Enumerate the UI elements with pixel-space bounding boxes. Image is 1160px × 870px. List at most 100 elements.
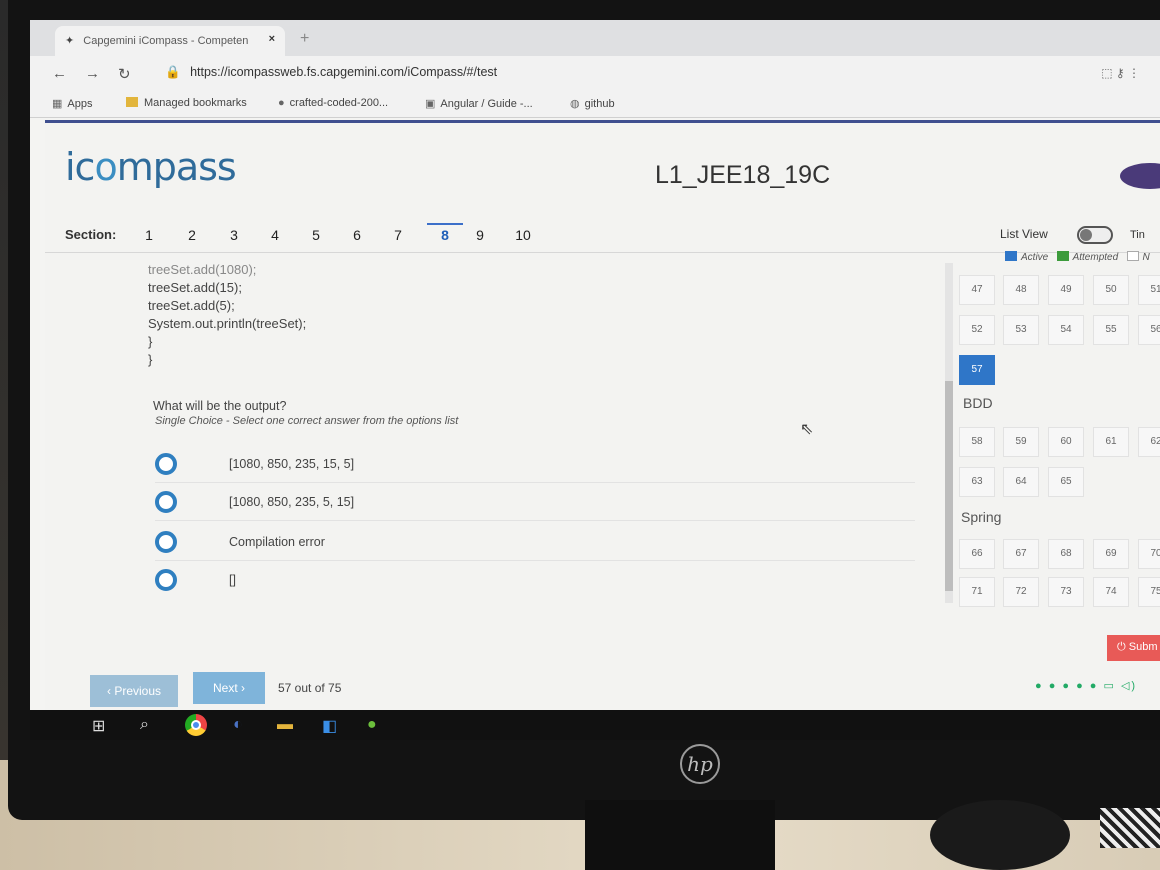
question-box[interactable]: 47	[959, 275, 995, 305]
question-box[interactable]: 66	[959, 539, 995, 569]
active-swatch	[1005, 251, 1017, 261]
icompass-app: icompass L1_JEE18_19C Section: 1 2 3 4 5…	[45, 120, 1160, 720]
bookmark-github[interactable]: ◍ github	[570, 97, 615, 110]
question-text: What will be the output?	[153, 399, 287, 413]
section-tab-10[interactable]: 10	[511, 227, 535, 243]
previous-button[interactable]: ‹ Previous	[90, 675, 178, 707]
next-button[interactable]: Next ›	[193, 672, 265, 704]
section-tab-7[interactable]: 7	[386, 227, 410, 243]
question-box[interactable]: 48	[1003, 275, 1039, 305]
palette-scrollbar[interactable]	[945, 263, 953, 603]
radio-button[interactable]	[155, 531, 177, 553]
question-box[interactable]: 63	[959, 467, 995, 497]
timer-label: Tin	[1130, 229, 1145, 241]
new-tab-button[interactable]: +	[300, 30, 309, 48]
bookmark-apps[interactable]: ▦ Apps	[52, 97, 92, 110]
question-box[interactable]: 72	[1003, 577, 1039, 607]
github-icon: ●	[278, 97, 285, 109]
search-icon[interactable]: ⌕	[140, 716, 149, 734]
section-tab-1[interactable]: 1	[137, 227, 161, 243]
file-explorer-icon[interactable]: ▬	[277, 716, 293, 734]
mouse-cursor-icon: ⇖	[800, 421, 814, 438]
question-box-active[interactable]: 57	[959, 355, 995, 385]
extension-icons[interactable]: ⬚ ⚷ ⋮	[1101, 66, 1140, 80]
radio-button[interactable]	[155, 569, 177, 591]
section-tab-3[interactable]: 3	[222, 227, 246, 243]
list-view-toggle[interactable]	[1077, 226, 1113, 244]
question-box[interactable]: 62	[1138, 427, 1160, 457]
question-box[interactable]: 64	[1003, 467, 1039, 497]
submit-button[interactable]: ⏻ Subm	[1107, 635, 1160, 661]
section-tab-8[interactable]: 8	[427, 223, 463, 243]
bookmark-angular[interactable]: ▣ Angular / Guide -...	[425, 97, 533, 110]
section-tab-9[interactable]: 9	[468, 227, 492, 243]
chrome-icon[interactable]	[185, 714, 207, 736]
group-label-bdd: BDD	[963, 395, 993, 411]
reload-icon[interactable]: ↻	[118, 65, 131, 83]
radio-button[interactable]	[155, 491, 177, 513]
section-tab-5[interactable]: 5	[304, 227, 328, 243]
vscode-icon[interactable]: ◧	[322, 716, 337, 736]
section-tab-2[interactable]: 2	[180, 227, 204, 243]
screen: ✦ Capgemini iCompass - Competen × + ← → …	[30, 20, 1160, 740]
bookmark-managed[interactable]: Managed bookmarks	[126, 97, 247, 109]
windows-start-icon[interactable]: ⊞	[92, 716, 105, 736]
close-tab-icon[interactable]: ×	[269, 33, 275, 45]
question-box[interactable]: 52	[959, 315, 995, 345]
question-box[interactable]: 54	[1048, 315, 1084, 345]
forward-arrow-icon[interactable]: →	[85, 65, 100, 82]
question-box[interactable]: 49	[1048, 275, 1084, 305]
bookmark-crafted[interactable]: ● crafted-coded-200...	[278, 97, 388, 109]
tab-bar: ✦ Capgemini iCompass - Competen × +	[30, 20, 1160, 56]
scrollbar-thumb[interactable]	[945, 381, 953, 591]
question-box[interactable]: 60	[1048, 427, 1084, 457]
section-tab-6[interactable]: 6	[345, 227, 369, 243]
question-box[interactable]: 67	[1003, 539, 1039, 569]
section-tab-4[interactable]: 4	[263, 227, 287, 243]
tab-title: Capgemini iCompass - Competen	[83, 35, 249, 47]
apps-grid-icon: ▦	[52, 98, 63, 110]
question-box[interactable]: 71	[959, 577, 995, 607]
question-box[interactable]: 69	[1093, 539, 1129, 569]
question-box[interactable]: 61	[1093, 427, 1129, 457]
code-line: treeSet.add(5);	[148, 298, 235, 313]
question-box[interactable]: 65	[1048, 467, 1084, 497]
question-box[interactable]: 70	[1138, 539, 1160, 569]
monitor-stand	[585, 800, 775, 870]
compass-icon: ✦	[65, 35, 75, 47]
question-panel: treeSet.add(1080); treeSet.add(15); tree…	[135, 257, 935, 617]
globe-icon: ◍	[570, 98, 580, 110]
option-1[interactable]: [1080, 850, 235, 15, 5]	[155, 447, 915, 483]
question-box[interactable]: 59	[1003, 427, 1039, 457]
question-box[interactable]: 53	[1003, 315, 1039, 345]
system-tray-icons[interactable]: ● ● ● ● ● ▭ ◁)	[1035, 679, 1137, 692]
question-box[interactable]: 55	[1093, 315, 1129, 345]
eclipse-icon[interactable]: ◐	[233, 716, 243, 734]
question-box[interactable]: 51	[1138, 275, 1160, 305]
option-label: [1080, 850, 235, 5, 15]	[229, 495, 355, 509]
list-view-label: List View	[1000, 227, 1048, 241]
user-avatar[interactable]	[1120, 163, 1160, 189]
code-line: }	[148, 352, 153, 367]
question-box[interactable]: 50	[1093, 275, 1129, 305]
question-box[interactable]: 68	[1048, 539, 1084, 569]
spring-tool-icon[interactable]: ●	[367, 716, 377, 734]
url-text: https://icompassweb.fs.capgemini.com/iCo…	[190, 65, 498, 79]
code-line: }	[148, 334, 153, 349]
code-snippet: treeSet.add(1080); treeSet.add(15); tree…	[148, 261, 306, 369]
question-box[interactable]: 75	[1138, 577, 1160, 607]
folder-icon	[126, 97, 138, 107]
question-box[interactable]: 73	[1048, 577, 1084, 607]
question-box[interactable]: 74	[1093, 577, 1129, 607]
browser-tab[interactable]: ✦ Capgemini iCompass - Competen ×	[55, 26, 285, 56]
option-4[interactable]: []	[155, 563, 915, 599]
not-visited-swatch	[1126, 251, 1139, 261]
power-icon: ⏻	[1117, 641, 1129, 653]
question-box[interactable]: 58	[959, 427, 995, 457]
radio-button[interactable]	[155, 453, 177, 475]
option-2[interactable]: [1080, 850, 235, 5, 15]	[155, 485, 915, 521]
url-field[interactable]: 🔒 https://icompassweb.fs.capgemini.com/i…	[165, 65, 497, 80]
back-arrow-icon[interactable]: ←	[52, 65, 67, 82]
question-box[interactable]: 56	[1138, 315, 1160, 345]
option-3[interactable]: Compilation error	[155, 525, 915, 561]
